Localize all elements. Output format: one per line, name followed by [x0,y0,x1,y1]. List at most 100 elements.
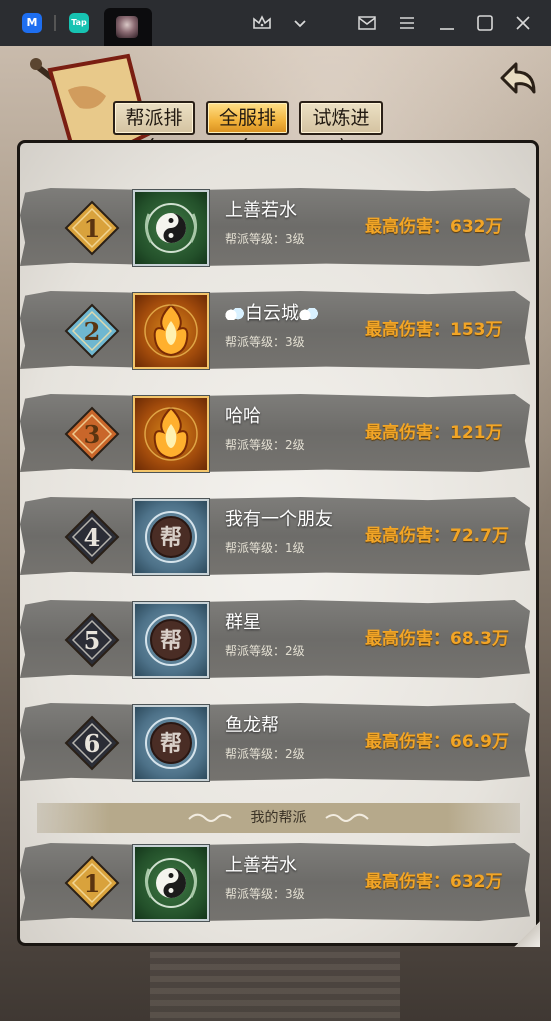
mail-icon[interactable] [356,12,378,34]
guild-level-value: 1级 [285,541,305,555]
rank-badge-icon: 6 [64,715,120,771]
flame-emblem [132,395,210,473]
cloud-swirl-icon [188,813,232,822]
svg-text:3: 3 [84,420,101,449]
max-damage-value: 68.3万 [450,629,509,649]
max-damage: 最高伤害：632万 [365,212,503,237]
max-damage: 最高伤害：121万 [365,418,503,443]
ranking-row[interactable]: 3 哈哈 帮派等级：2级 最高伤害：121万 [20,386,530,478]
bang-emblem: 帮 [132,498,210,576]
svg-text:1: 1 [84,214,101,243]
max-damage: 最高伤害：66.9万 [365,727,509,752]
guild-level: 帮派等级：3级 [225,333,305,350]
cloud-icon [299,308,319,320]
guild-level: 帮派等级：3级 [225,230,305,247]
taptap-icon[interactable]: Tap [69,13,89,33]
max-damage-value: 66.9万 [450,732,509,752]
guild-level-label: 帮派等级： [225,541,286,555]
guild-level-value: 3级 [285,887,305,901]
game-tab[interactable] [104,8,152,46]
max-damage: 最高伤害：632万 [365,867,503,892]
tab-guild-ranking[interactable]: 帮派排名 [113,101,195,159]
title-bar: M Tap [0,0,551,46]
max-damage-value: 632万 [450,872,503,892]
my-guild-label: 我的帮派 [250,810,307,826]
ranking-row[interactable]: 1 上善若水 帮派等级：3级 最高伤害：632万 [20,835,530,927]
rank-badge-icon: 2 [64,303,120,359]
svg-text:1: 1 [84,869,101,898]
guild-name-text: 我有一个朋友 [225,509,333,530]
ranking-row[interactable]: 2 白云城 帮派等级：3级 最高伤害：153万 [20,283,530,375]
max-damage-value: 72.7万 [450,526,509,546]
guild-name-text: 鱼龙帮 [225,715,279,736]
max-damage: 最高伤害：72.7万 [365,521,509,546]
guild-level: 帮派等级：1级 [225,539,305,556]
guild-name: 鱼龙帮 [225,711,279,737]
guild-name-text: 上善若水 [225,200,297,221]
max-damage-value: 121万 [450,423,503,443]
guild-level: 帮派等级：2级 [225,436,305,453]
cloud-swirl-icon [325,813,369,822]
app-logo-icon[interactable]: M [22,13,42,33]
back-arrow-icon[interactable] [494,58,540,104]
guild-level-value: 3级 [285,232,305,246]
minimize-icon[interactable] [436,12,458,34]
guild-name-text: 哈哈 [225,406,261,427]
guild-name-text: 白云城 [245,303,299,324]
maximize-icon[interactable] [474,12,496,34]
my-guild-divider: 我的帮派 [37,803,520,833]
guild-name: 上善若水 [225,196,297,222]
guild-name: 上善若水 [225,851,297,877]
crown-icon[interactable] [251,12,273,34]
menu-icon[interactable] [396,12,418,34]
taiji-emblem [132,844,210,922]
guild-name: 白云城 [225,299,319,325]
divider [54,15,56,31]
svg-text:4: 4 [84,523,101,552]
ranking-row[interactable]: 4 帮 我有一个朋友 帮派等级：1级 最高伤害：72.7万 [20,489,530,581]
guild-name: 哈哈 [225,402,261,428]
guild-level-label: 帮派等级： [225,644,286,658]
bang-emblem: 帮 [132,704,210,782]
guild-level-value: 2级 [285,438,305,452]
svg-text:6: 6 [84,729,101,758]
chevron-down-icon[interactable] [289,12,311,34]
guild-level-label: 帮派等级： [225,438,286,452]
taiji-emblem [132,189,210,267]
tab-trial-progress[interactable]: 试炼进度 [299,101,383,159]
tab-server-ranking[interactable]: 全服排名 [206,101,289,159]
max-damage-label: 最高伤害： [365,526,450,546]
guild-level-label: 帮派等级： [225,747,286,761]
guild-level-label: 帮派等级： [225,887,286,901]
max-damage-value: 632万 [450,217,503,237]
flame-emblem [132,292,210,370]
guild-level-value: 2级 [285,747,305,761]
svg-text:帮: 帮 [160,628,182,654]
rank-badge-icon: 4 [64,509,120,565]
bang-emblem: 帮 [132,601,210,679]
svg-text:5: 5 [84,626,101,655]
guild-level-label: 帮派等级： [225,232,286,246]
max-damage-value: 153万 [450,320,503,340]
ranking-row[interactable]: 1 上善若水 帮派等级：3级 最高伤害：632万 [20,180,530,272]
guild-name-text: 上善若水 [225,855,297,876]
ranking-row[interactable]: 5 帮 群星 帮派等级：2级 最高伤害：68.3万 [20,592,530,684]
guild-name: 群星 [225,608,261,634]
guild-level-value: 3级 [285,335,305,349]
guild-level: 帮派等级：2级 [225,745,305,762]
max-damage: 最高伤害：68.3万 [365,624,509,649]
rank-badge-icon: 1 [64,855,120,911]
close-icon[interactable] [512,12,534,34]
svg-text:帮: 帮 [160,525,182,551]
guild-name: 我有一个朋友 [225,505,333,531]
guild-level-label: 帮派等级： [225,335,286,349]
cloud-icon [225,308,245,320]
ranking-row[interactable]: 6 帮 鱼龙帮 帮派等级：2级 最高伤害：66.9万 [20,695,530,787]
max-damage-label: 最高伤害： [365,629,450,649]
max-damage-label: 最高伤害： [365,320,450,340]
max-damage-label: 最高伤害： [365,423,450,443]
max-damage: 最高伤害：153万 [365,315,503,340]
game-thumbnail-icon [116,16,138,38]
guild-name-text: 群星 [225,612,261,633]
guild-level: 帮派等级：2级 [225,642,305,659]
